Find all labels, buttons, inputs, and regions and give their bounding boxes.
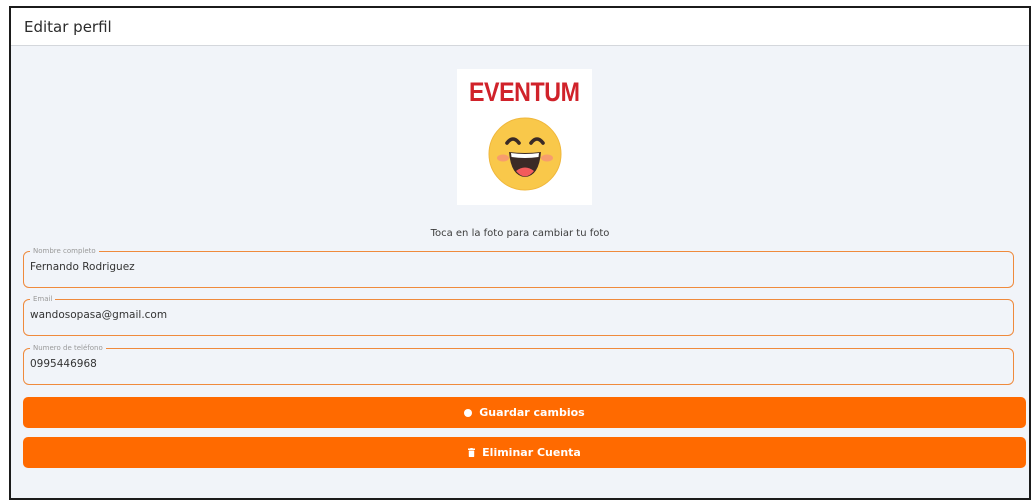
full-name-label: Nombre completo xyxy=(30,246,99,256)
save-changes-label: Guardar cambios xyxy=(479,406,585,419)
change-photo-hint: Toca en la foto para cambiar tu foto xyxy=(430,228,610,239)
full-name-input[interactable] xyxy=(30,261,990,273)
email-input[interactable] xyxy=(30,309,990,321)
laughing-face-icon xyxy=(488,117,561,191)
delete-account-label: Eliminar Cuenta xyxy=(482,446,581,459)
header-bar: Editar perfil xyxy=(11,8,1029,46)
profile-photo[interactable]: EVENTUM xyxy=(457,69,592,205)
delete-account-button[interactable]: Eliminar Cuenta xyxy=(23,437,1026,468)
email-field[interactable]: Email xyxy=(23,294,1014,336)
edit-profile-window: Editar perfil EVENTUM Toca en la foto pa… xyxy=(9,6,1031,500)
phone-input[interactable] xyxy=(30,358,990,370)
phone-field[interactable]: Numero de teléfono xyxy=(23,343,1014,385)
trash-icon xyxy=(468,448,476,457)
check-circle-icon xyxy=(464,408,473,417)
save-changes-button[interactable]: Guardar cambios xyxy=(23,397,1026,428)
phone-label: Numero de teléfono xyxy=(30,343,106,353)
email-label: Email xyxy=(30,294,56,304)
eventum-logo: EVENTUM xyxy=(469,77,580,107)
full-name-field[interactable]: Nombre completo xyxy=(23,246,1014,288)
page-title: Editar perfil xyxy=(24,17,112,36)
